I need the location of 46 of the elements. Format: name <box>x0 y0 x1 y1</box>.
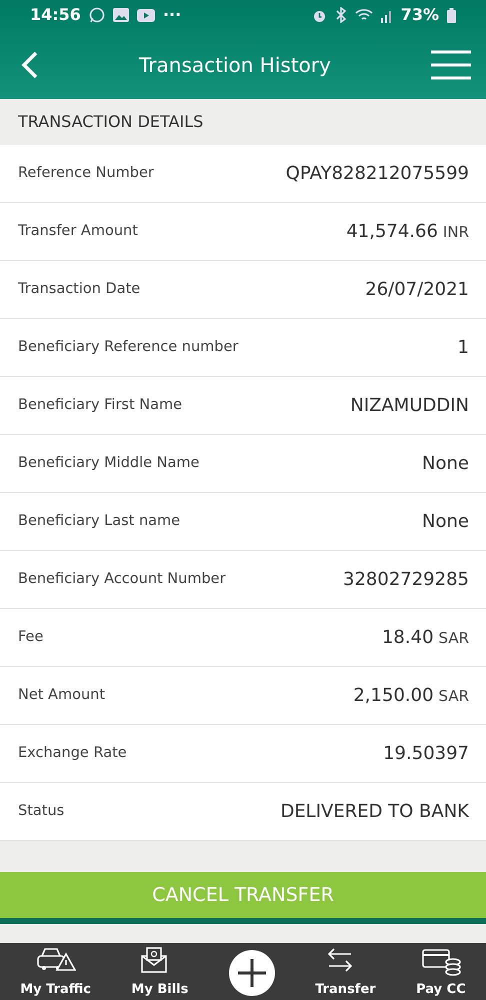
clock-text: 14:56 <box>30 4 81 26</box>
section-title: TRANSACTION DETAILS <box>18 111 204 133</box>
nav-tab[interactable]: Pay CC <box>416 946 466 1000</box>
field-value: NIZAMUDDIN <box>350 394 469 418</box>
nav-tab[interactable]: Transfer <box>315 946 376 1000</box>
field-value: 19.50397 <box>383 742 469 766</box>
field-value: None <box>422 510 469 534</box>
header-title: Transaction History <box>139 52 331 78</box>
currency-text: SAR <box>438 686 469 707</box>
nav-tab[interactable]: My Bills <box>131 946 188 1000</box>
field-value: 32802729285 <box>343 568 469 592</box>
video-icon <box>136 8 155 22</box>
back-icon <box>20 50 40 80</box>
field-label: Transfer Amount <box>18 222 138 241</box>
battery-icon <box>447 8 456 22</box>
add-button[interactable] <box>228 950 275 996</box>
field-value: DELIVERED TO BANK <box>280 800 469 824</box>
field-label: Reference Number <box>18 164 154 183</box>
field-value: QPAY828212075599 <box>286 162 469 186</box>
field-label: Status <box>18 802 64 821</box>
field-label: Beneficiary Last name <box>18 512 180 531</box>
field-value: 26/07/2021 <box>365 278 469 302</box>
field-label: Beneficiary Reference number <box>18 338 238 357</box>
nav-tab[interactable]: My Traffic <box>20 946 91 1000</box>
field-value: 41,574.66 <box>346 220 438 244</box>
field-value: 2,150.00 <box>353 684 434 708</box>
field-label: Beneficiary First Name <box>18 396 182 415</box>
field-label: Net Amount <box>18 686 106 705</box>
chat-icon <box>88 7 105 23</box>
field-label: Beneficiary Account Number <box>18 570 226 589</box>
field-label: Beneficiary Middle Name <box>18 454 200 473</box>
field-value: None <box>422 452 469 476</box>
image-icon <box>112 8 129 22</box>
currency-text: INR <box>442 222 469 243</box>
battery-text: 73% <box>400 4 439 26</box>
field-label: Transaction Date <box>18 280 140 299</box>
currency-text: SAR <box>438 628 469 649</box>
field-label: Exchange Rate <box>18 744 127 763</box>
more-text: ··· <box>162 4 182 26</box>
field-value: 18.40 <box>382 626 434 650</box>
bluetooth-icon <box>334 7 347 23</box>
menu-icon <box>430 50 472 80</box>
field-label: Fee <box>18 628 44 647</box>
wifi-icon <box>354 8 373 22</box>
plus-icon <box>236 958 267 988</box>
field-value: 1 <box>458 336 469 360</box>
